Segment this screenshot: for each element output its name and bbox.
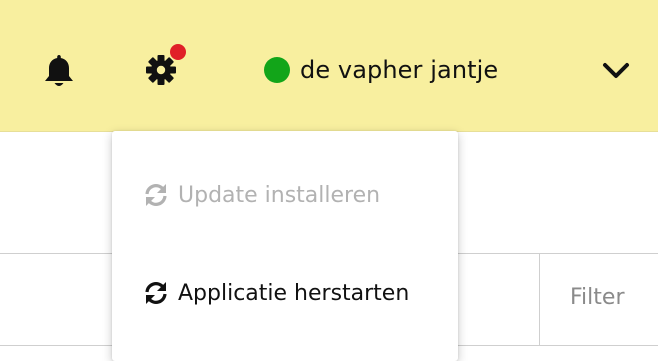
online-status-icon — [264, 57, 290, 83]
refresh-icon — [145, 282, 167, 304]
menu-item-update-installeren: Update installeren — [112, 165, 458, 225]
top-bar: de vapher jantje — [0, 0, 658, 132]
menu-item-label: Update installeren — [178, 182, 381, 208]
filter-column-header[interactable]: Filter — [539, 253, 658, 345]
user-menu[interactable]: de vapher jantje — [264, 54, 498, 86]
notification-badge — [170, 44, 186, 60]
refresh-icon — [145, 184, 167, 206]
bell-icon[interactable] — [42, 53, 76, 89]
chevron-down-icon[interactable] — [600, 60, 632, 82]
user-name: de vapher jantje — [300, 56, 499, 84]
menu-item-label: Applicatie herstarten — [178, 280, 410, 306]
menu-item-applicatie-herstarten[interactable]: Applicatie herstarten — [112, 263, 458, 323]
settings-dropdown-menu: Update installeren Applicatie herstarten — [112, 131, 458, 361]
filter-label[interactable]: Filter — [570, 285, 624, 310]
